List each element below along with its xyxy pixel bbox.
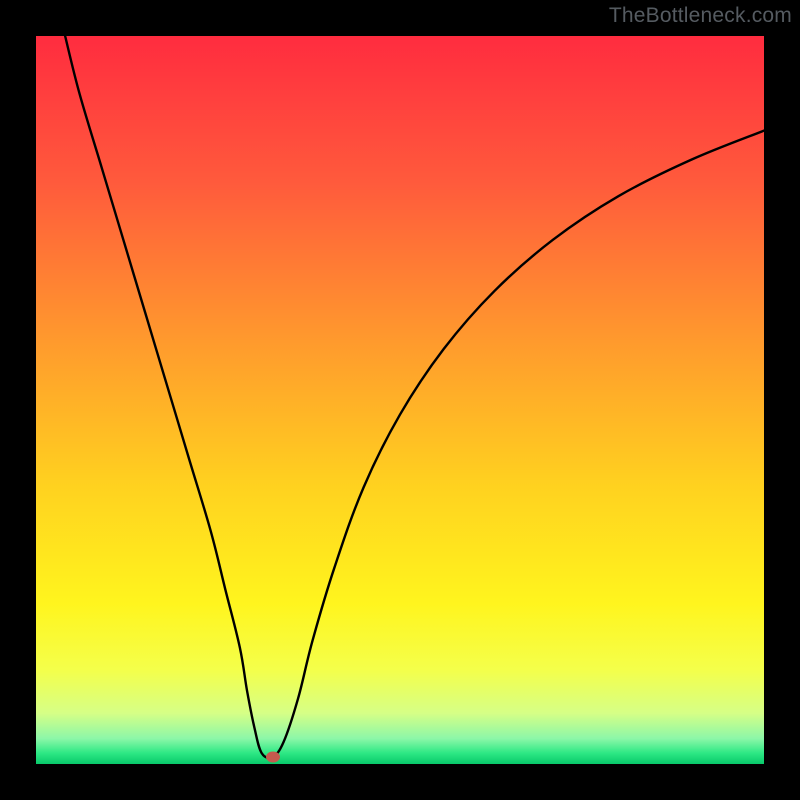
optimum-marker bbox=[266, 751, 280, 762]
plot-area bbox=[36, 36, 764, 764]
watermark-text: TheBottleneck.com bbox=[609, 4, 792, 28]
bottleneck-curve bbox=[65, 36, 764, 758]
curve-layer bbox=[36, 36, 764, 764]
chart-frame: TheBottleneck.com bbox=[0, 0, 800, 800]
